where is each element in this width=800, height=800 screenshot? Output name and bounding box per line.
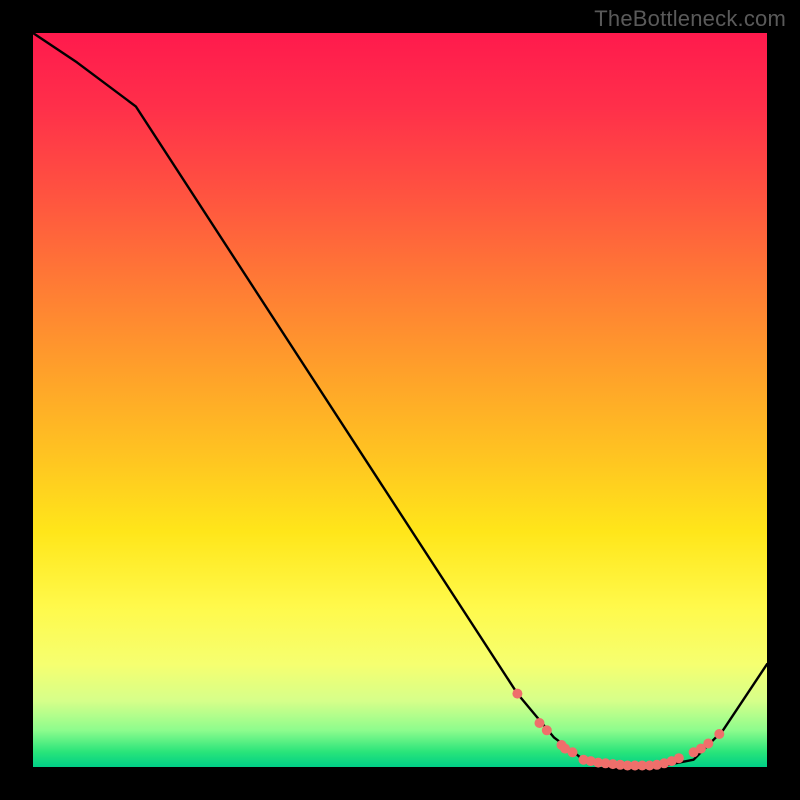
plot-area [33, 33, 767, 767]
curve-marker [512, 689, 522, 699]
curve-layer [33, 33, 767, 767]
chart-frame: TheBottleneck.com [0, 0, 800, 800]
watermark-text: TheBottleneck.com [594, 6, 786, 32]
curve-marker [714, 729, 724, 739]
curve-marker [674, 753, 684, 763]
curve-marker [703, 739, 713, 749]
curve-markers [512, 689, 724, 771]
bottleneck-curve [33, 33, 767, 767]
curve-marker [568, 747, 578, 757]
curve-marker [542, 725, 552, 735]
curve-marker [535, 718, 545, 728]
